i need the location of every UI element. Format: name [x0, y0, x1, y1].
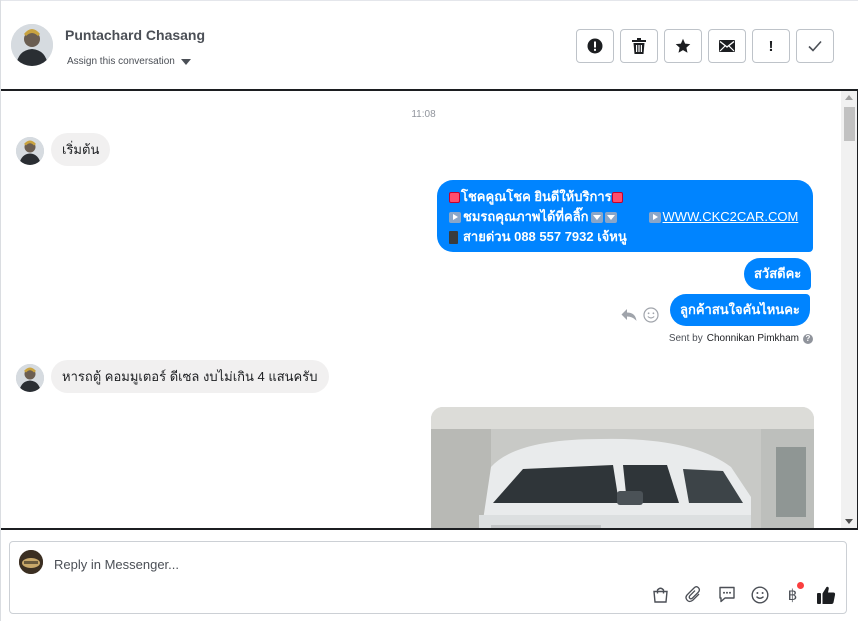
emoji-icon: [611, 191, 623, 203]
assign-conversation-dropdown[interactable]: Assign this conversation: [67, 56, 191, 67]
contact-name: Puntachard Chasang: [65, 27, 206, 43]
assign-conversation-label: Assign this conversation: [67, 56, 175, 67]
play-emoji-icon: [648, 211, 661, 223]
message-actions: [621, 307, 659, 323]
emoji-icon: [449, 191, 460, 203]
emoji-icon: [750, 585, 769, 604]
down-arrow-emoji-icon: [604, 211, 617, 223]
thumbs-up-icon: [816, 586, 835, 604]
star-button[interactable]: [664, 29, 702, 63]
exclamation-icon: !: [768, 37, 774, 55]
customer-avatar[interactable]: [16, 364, 44, 392]
alert-circle-icon: [587, 38, 603, 54]
notification-dot: [797, 582, 804, 589]
inbox-conversation-view: Puntachard Chasang Assign this conversat…: [0, 0, 858, 621]
shopping-bag-button[interactable]: [650, 584, 671, 605]
shopping-bag-icon: [653, 587, 668, 603]
react-emoji-icon[interactable]: [643, 307, 659, 323]
conversation-toolbar: !: [576, 29, 834, 63]
emoji-button[interactable]: [749, 584, 770, 605]
page-avatar: [19, 550, 43, 574]
attach-file-button[interactable]: [683, 584, 704, 605]
message-bubble-outgoing[interactable]: สวัสดีคะ: [744, 258, 812, 290]
phone-emoji-icon: [449, 230, 458, 244]
message-line: โชคคูณโชค ยินดีให้บริการ: [461, 189, 612, 204]
thread-scrollbar[interactable]: [841, 91, 857, 528]
message-line: สายด่วน 088 557 7932 เจ้หนู: [463, 229, 627, 244]
reply-composer: ฿: [9, 541, 847, 614]
message-bubble-outgoing[interactable]: โชคคูณโชค ยินดีให้บริการ ชมรถคุณภาพได้ที…: [437, 180, 813, 252]
caret-down-icon: [180, 58, 191, 65]
website-link[interactable]: WWW.CKC2CAR.COM: [663, 207, 799, 227]
mark-unread-button[interactable]: [708, 29, 746, 63]
mark-done-button[interactable]: [796, 29, 834, 63]
scroll-down-arrow-icon[interactable]: [845, 519, 853, 524]
contact-avatar[interactable]: [11, 24, 53, 66]
customer-avatar[interactable]: [16, 137, 44, 165]
reply-input[interactable]: [54, 554, 654, 574]
envelope-icon: [719, 40, 735, 52]
delete-button[interactable]: [620, 29, 658, 63]
message-thread[interactable]: 11:08 เริ่มต้น โชคคูณโชค ยินดีให้บริการ …: [1, 89, 858, 530]
checkmark-icon: [808, 40, 822, 52]
like-button[interactable]: [815, 584, 836, 605]
sent-by-name: Chonnikan Pimkham: [706, 333, 799, 344]
down-arrow-emoji-icon: [590, 211, 603, 223]
sent-by-prefix: Sent by: [668, 333, 703, 344]
play-emoji-icon: [449, 211, 461, 223]
sent-by-info: Sent by Chonnikan Pimkham ?: [669, 333, 813, 344]
help-icon[interactable]: ?: [803, 333, 813, 344]
trash-icon: [632, 38, 646, 54]
payment-button[interactable]: ฿: [782, 582, 804, 605]
message-timestamp: 11:08: [411, 109, 436, 120]
saved-reply-icon: [718, 586, 735, 603]
baht-payment-icon: ฿: [787, 586, 798, 604]
message-line: ชมรถคุณภาพได้ที่คลิ๊ก: [463, 209, 589, 224]
paperclip-icon: [685, 586, 701, 603]
saved-reply-button[interactable]: [716, 584, 737, 605]
van-photo-attachment[interactable]: [431, 407, 814, 528]
mark-spam-button[interactable]: [576, 29, 614, 63]
scrollbar-thumb[interactable]: [844, 107, 855, 141]
message-bubble-outgoing[interactable]: ลูกค้าสนใจคันไหนคะ: [670, 294, 810, 326]
reply-icon[interactable]: [621, 308, 637, 322]
follow-up-button[interactable]: !: [752, 29, 790, 63]
star-icon: [675, 38, 691, 53]
scroll-up-arrow-icon[interactable]: [845, 95, 853, 100]
composer-toolbar: ฿: [650, 582, 836, 605]
conversation-header: Puntachard Chasang Assign this conversat…: [1, 0, 858, 89]
message-bubble-incoming[interactable]: เริ่มต้น: [51, 133, 111, 166]
message-bubble-incoming[interactable]: หารถตู้ คอมมูเตอร์ ดีเซล งบไม่เกิน 4 แสน…: [51, 360, 329, 393]
